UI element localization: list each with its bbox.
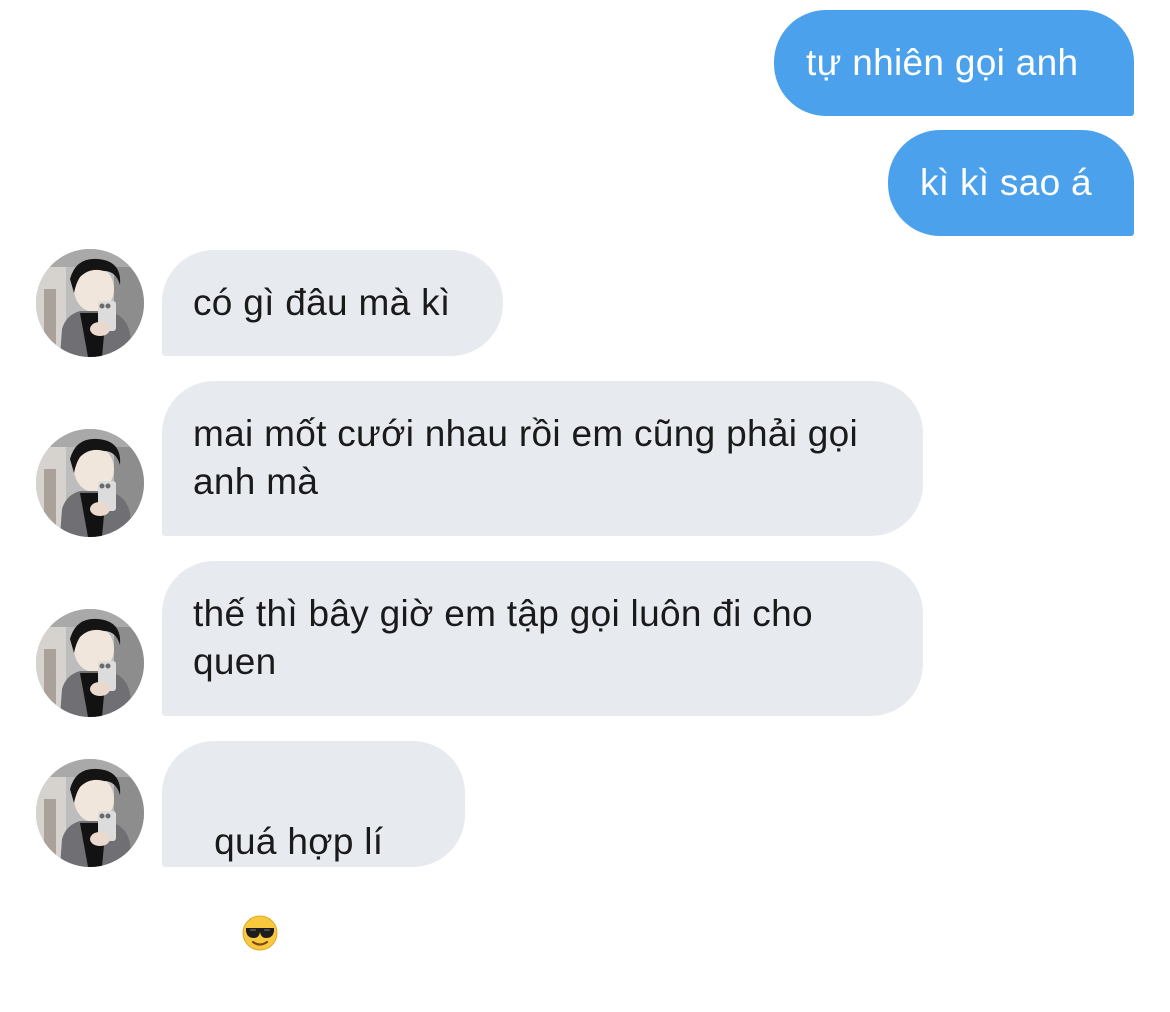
message-text: quá hợp lí xyxy=(214,821,384,862)
avatar[interactable] xyxy=(36,609,144,717)
avatar[interactable] xyxy=(36,759,144,867)
avatar-photo xyxy=(36,609,144,717)
avatar[interactable] xyxy=(36,429,144,537)
avatar-photo xyxy=(36,249,144,357)
sunglasses-emoji-icon xyxy=(199,866,279,1012)
message-bubble-sent[interactable]: tự nhiên gọi anh xyxy=(774,10,1134,116)
message-bubble-received[interactable]: có gì đâu mà kì xyxy=(162,250,503,356)
avatar-photo xyxy=(36,429,144,537)
avatar[interactable] xyxy=(36,249,144,357)
message-bubble-received[interactable]: thế thì bây giờ em tập gọi luôn đi cho q… xyxy=(162,561,923,716)
message-bubble-received[interactable]: mai mốt cưới nhau rồi em cũng phải gọi a… xyxy=(162,381,923,536)
avatar-photo xyxy=(36,759,144,867)
message-bubble-sent[interactable]: kì kì sao á xyxy=(888,130,1134,236)
message-bubble-received[interactable]: quá hợp lí xyxy=(162,741,465,951)
